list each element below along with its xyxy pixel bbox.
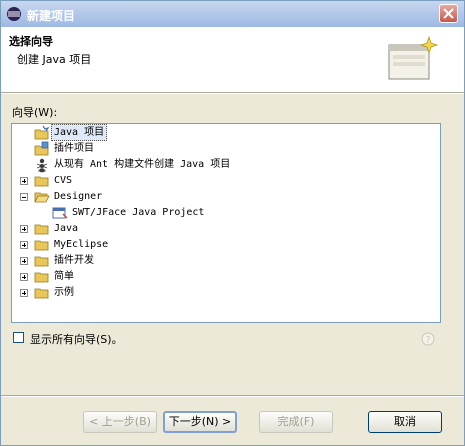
back-button[interactable]: < 上一步(B) xyxy=(83,411,157,433)
expand-icon[interactable] xyxy=(20,273,28,281)
cancel-button[interactable]: 取消 xyxy=(368,411,442,433)
tree-item-label: Designer xyxy=(54,191,103,202)
folder-icon xyxy=(34,240,49,251)
next-button[interactable]: 下一步(N) > xyxy=(163,411,237,433)
tree-item-label: 简单 xyxy=(54,271,74,282)
new-wizard-banner-icon xyxy=(388,35,439,80)
button-bar-separator-highlight xyxy=(1,396,464,397)
tree-item-label: 从现有 Ant 构建文件创建 Java 项目 xyxy=(54,159,231,170)
close-icon xyxy=(443,8,454,19)
new-project-dialog: 新建项目 选择向导 创建 Java 项目 向导(W): Java 项目 插件项目… xyxy=(0,0,465,446)
expand-icon[interactable] xyxy=(20,177,28,185)
collapse-icon[interactable] xyxy=(20,193,28,201)
tree-item-label: Java 项目 xyxy=(51,124,108,141)
expand-icon[interactable] xyxy=(20,225,28,233)
finish-button[interactable]: 完成(F) xyxy=(259,411,333,433)
swt-project-icon xyxy=(52,207,68,219)
wizards-label: 向导(W): xyxy=(12,106,58,119)
tree-item-label: 插件开发 xyxy=(54,255,94,266)
tree-item-label: CVS xyxy=(54,175,73,186)
title-bar[interactable]: 新建项目 xyxy=(1,1,464,27)
tree-item-label: SWT/JFace Java Project xyxy=(72,207,205,218)
window-title: 新建项目 xyxy=(27,9,76,23)
show-all-wizards-checkbox[interactable] xyxy=(13,332,24,343)
expand-icon[interactable] xyxy=(20,241,28,249)
help-icon[interactable]: ? xyxy=(421,332,435,346)
tree-item-label: 插件项目 xyxy=(54,143,94,154)
header-title: 选择向导 xyxy=(9,35,53,48)
tree-item-label: MyEclipse xyxy=(54,239,109,250)
ant-icon xyxy=(36,158,48,173)
folder-open-icon xyxy=(34,192,50,203)
plugin-project-icon xyxy=(34,141,49,156)
expand-icon[interactable] xyxy=(20,289,28,297)
folder-icon xyxy=(34,224,49,235)
folder-icon xyxy=(34,256,49,267)
eclipse-icon xyxy=(7,7,21,21)
svg-text:?: ? xyxy=(426,336,431,346)
close-button[interactable] xyxy=(439,4,458,23)
folder-icon xyxy=(34,288,49,299)
tree-item-java-project[interactable]: Java 项目 xyxy=(12,124,440,141)
header-separator xyxy=(1,93,464,94)
folder-icon xyxy=(34,272,49,283)
wizard-tree[interactable]: Java 项目 插件项目 从现有 Ant 构建文件创建 Java 项目 CVS xyxy=(11,123,441,323)
show-all-wizards-label: 显示所有向导(S)。 xyxy=(30,333,123,346)
folder-icon xyxy=(34,176,49,187)
java-project-icon xyxy=(34,125,50,140)
expand-icon[interactable] xyxy=(20,257,28,265)
tree-item-label: 示例 xyxy=(54,287,74,298)
tree-item-label: Java xyxy=(54,223,79,234)
header-description: 创建 Java 项目 xyxy=(17,53,92,66)
wizard-header: 选择向导 创建 Java 项目 xyxy=(1,27,464,93)
